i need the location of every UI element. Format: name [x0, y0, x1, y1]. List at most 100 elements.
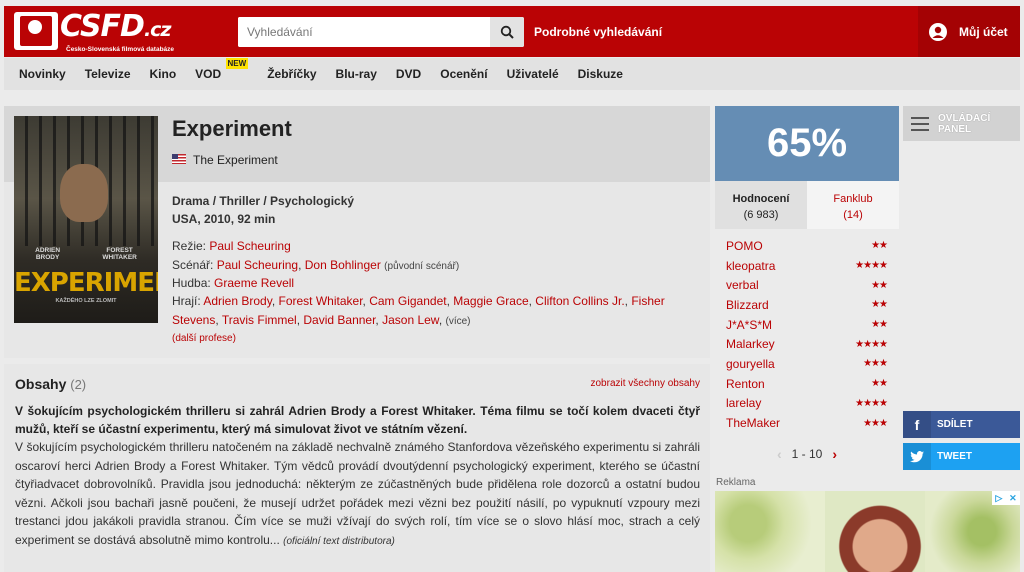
cast-more-link[interactable]: (více)	[445, 316, 470, 327]
user-name-link[interactable]: TheMaker	[726, 416, 780, 430]
nav-uzivatele[interactable]: Uživatelé	[507, 67, 559, 81]
logo-text: CSFD	[60, 9, 145, 44]
menu-icon	[911, 116, 929, 131]
person-link[interactable]: David Banner	[303, 313, 375, 327]
poster-face	[60, 164, 108, 222]
star-rating-icon: ★★	[871, 378, 888, 390]
account-button[interactable]: Můj účet	[918, 6, 1020, 57]
film-poster[interactable]: ADRIEN BRODY FOREST WHITAKER EXPERIMENT …	[14, 116, 158, 323]
film-genres: Drama / Thriller / Psychologický	[172, 194, 355, 208]
facebook-share-button[interactable]: f SDÍLET	[903, 411, 1020, 438]
plot-source: (oficiální text distributora)	[283, 535, 395, 547]
person-link[interactable]: Jason Lew	[382, 313, 439, 327]
original-title: The Experiment	[193, 153, 278, 167]
user-rating-row: POMO ★★	[715, 236, 899, 256]
twitter-share-label: TWEET	[937, 451, 972, 462]
poster-tagline: KAŽDÉHO LZE ZLOMIT	[55, 298, 117, 304]
star-rating-icon: ★★★★	[855, 260, 888, 272]
plot-title: Obsahy	[15, 376, 67, 392]
facebook-share-label: SDÍLET	[937, 419, 973, 430]
search-button[interactable]	[490, 17, 524, 47]
plot-count: (2)	[70, 377, 87, 392]
user-icon	[929, 22, 947, 41]
show-all-plots-link[interactable]: zobrazit všechny obsahy	[590, 378, 700, 389]
chevron-left-icon[interactable]: ‹	[777, 446, 782, 462]
rating-panel: 65% Hodnocení (6 983) Fanklub (14) POMO ★…	[715, 106, 899, 469]
usa-flag-icon	[172, 154, 186, 164]
user-rating-row: Blizzard ★★	[715, 295, 899, 315]
user-name-link[interactable]: kleopatra	[726, 259, 775, 273]
person-link[interactable]: Adrien Brody	[203, 294, 271, 308]
control-panel-label: OVLÁDACÍ PANEL	[938, 112, 991, 135]
user-name-link[interactable]: Malarkey	[726, 337, 775, 351]
plot-lead: V šokujícím psychologickém thrilleru si …	[15, 404, 700, 436]
ad-banner[interactable]: ▷ ✕	[715, 491, 1020, 572]
person-link[interactable]: Clifton Collins Jr.	[535, 294, 624, 308]
rating-percent: 65%	[715, 106, 899, 181]
nav-bluray[interactable]: Blu-ray	[336, 67, 377, 81]
account-label: Můj účet	[959, 24, 1008, 39]
logo[interactable]: CSFD.cz Česko-Slovenská filmová databáze	[14, 9, 174, 53]
nav-oceneni[interactable]: Ocenění	[440, 67, 487, 81]
film-title: Experiment	[172, 116, 292, 141]
chevron-right-icon[interactable]: ›	[832, 446, 837, 462]
poster-title: EXPERIMENT	[14, 268, 158, 298]
film-box: ADRIEN BRODY FOREST WHITAKER EXPERIMENT …	[4, 106, 710, 358]
star-rating-icon: ★★★★	[855, 397, 888, 409]
twitter-icon	[903, 443, 931, 470]
more-professions-link[interactable]: (další profese)	[172, 333, 236, 344]
poster-actor-right: FOREST WHITAKER	[102, 247, 137, 261]
ad-close-icon: ✕	[1009, 492, 1017, 503]
twitter-share-button[interactable]: TWEET	[903, 443, 1020, 470]
user-rating-row: TheMaker ★★★	[715, 413, 899, 433]
crew-label: Režie:	[172, 239, 207, 253]
tab-ratings-label: Hodnocení	[732, 193, 790, 205]
search-input[interactable]	[238, 17, 488, 47]
nav-kino[interactable]: Kino	[150, 67, 177, 81]
nav-dvd[interactable]: DVD	[396, 67, 421, 81]
user-name-link[interactable]: gouryella	[726, 357, 775, 371]
star-rating-icon: ★★★★	[855, 338, 888, 350]
person-link[interactable]: Maggie Grace	[453, 294, 528, 308]
person-link[interactable]: Travis Fimmel	[222, 313, 297, 327]
control-panel-button[interactable]: OVLÁDACÍ PANEL	[903, 106, 1020, 141]
plot-box: Obsahy (2) zobrazit všechny obsahy V šok…	[4, 364, 710, 572]
rating-tabs: Hodnocení (6 983) Fanklub (14)	[715, 181, 899, 229]
advanced-search-link[interactable]: Podrobné vyhledávání	[534, 25, 662, 39]
tab-ratings[interactable]: Hodnocení (6 983)	[715, 181, 807, 229]
star-rating-icon: ★★	[871, 299, 888, 311]
person-link[interactable]: Paul Scheuring	[217, 258, 298, 272]
nav-novinky[interactable]: Novinky	[19, 67, 66, 81]
facebook-icon: f	[903, 411, 931, 438]
nav-vod[interactable]: VOD NEW	[195, 58, 249, 81]
plot-text-block: V šokujícím psychologickém thrilleru nat…	[15, 438, 700, 551]
star-rating-icon: ★★★	[863, 417, 888, 429]
person-link[interactable]: Paul Scheuring	[209, 239, 290, 253]
nav-vod-label: VOD	[195, 67, 222, 81]
user-rating-row: verbal ★★	[715, 275, 899, 295]
tab-fanclub[interactable]: Fanklub (14)	[807, 181, 899, 229]
tab-ratings-count: (6 983)	[743, 209, 779, 221]
user-name-link[interactable]: POMO	[726, 239, 763, 253]
nav-televize[interactable]: Televize	[85, 67, 131, 81]
person-link[interactable]: Graeme Revell	[214, 276, 294, 290]
person-link[interactable]: Don Bohlinger	[305, 258, 381, 272]
user-name-link[interactable]: Renton	[726, 377, 765, 391]
star-rating-icon: ★★	[871, 240, 888, 252]
user-name-link[interactable]: verbal	[726, 278, 759, 292]
logo-film-icon	[14, 12, 58, 50]
user-name-link[interactable]: larelay	[726, 396, 761, 410]
user-name-link[interactable]: Blizzard	[726, 298, 769, 312]
ad-info-icon: ▷	[995, 492, 1003, 503]
film-origin: USA, 2010, 92 min	[172, 212, 276, 226]
nav-zebricky[interactable]: Žebříčky	[267, 67, 316, 81]
user-rating-row: J*A*S*M ★★	[715, 315, 899, 335]
star-rating-icon: ★★	[871, 279, 888, 291]
search-icon	[500, 25, 514, 39]
person-link[interactable]: Cam Gigandet	[369, 294, 446, 308]
user-name-link[interactable]: J*A*S*M	[726, 318, 772, 332]
ad-choices-icon[interactable]: ▷ ✕	[992, 491, 1020, 505]
crew-label: Scénář:	[172, 258, 214, 272]
nav-diskuze[interactable]: Diskuze	[578, 67, 623, 81]
person-link[interactable]: Forest Whitaker	[279, 294, 363, 308]
